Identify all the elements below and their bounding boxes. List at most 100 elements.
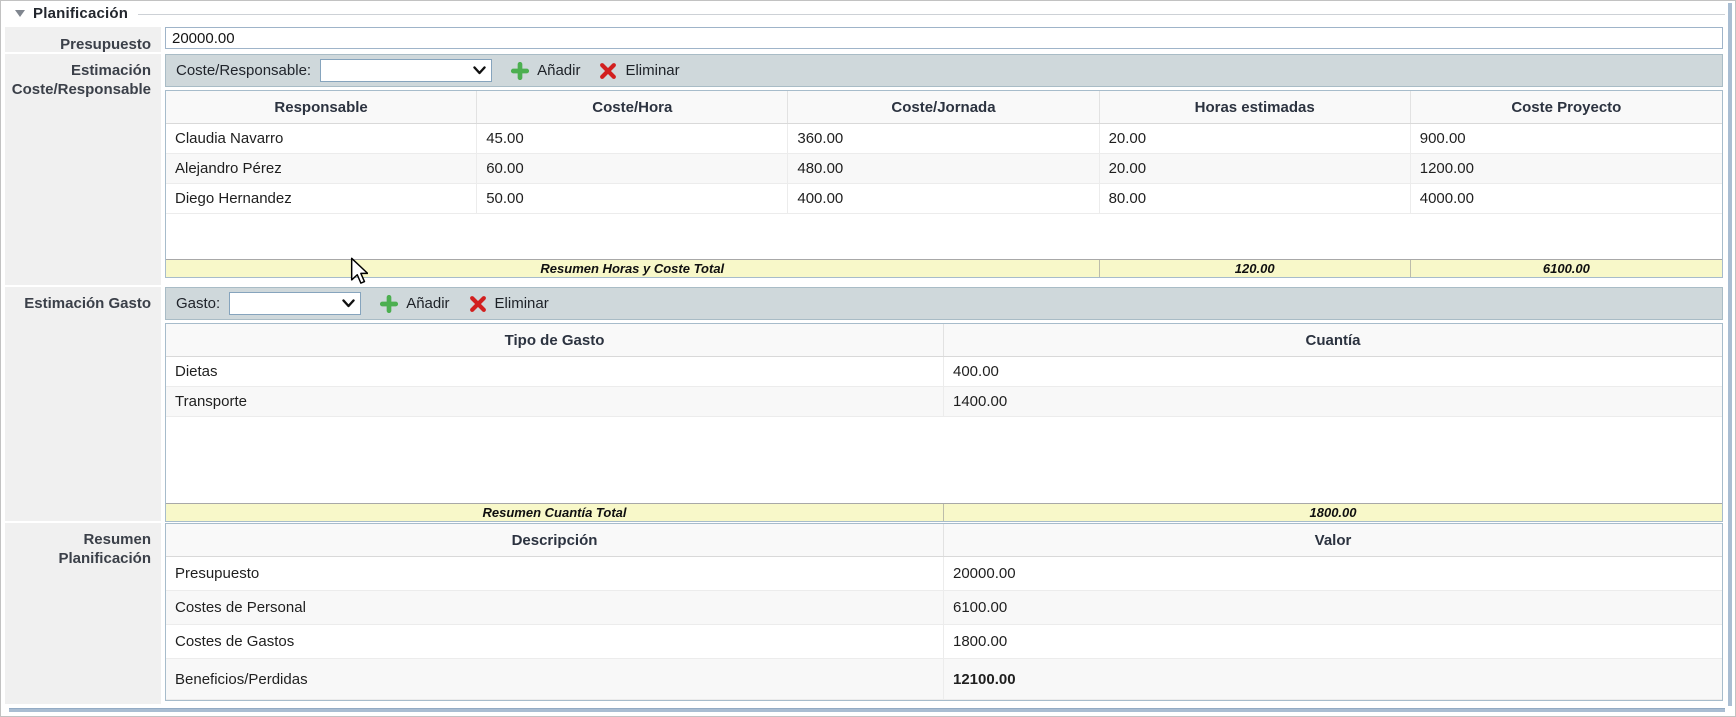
right-frame-bar xyxy=(1728,3,1732,706)
cell-descripcion: Costes de Personal xyxy=(166,591,944,625)
summary-label: Resumen Cuantía Total xyxy=(166,504,944,521)
col-header-tipo-gasto: Tipo de Gasto xyxy=(166,324,944,356)
cell-valor: 20000.00 xyxy=(944,557,1722,591)
summary-table-row[interactable]: Costes de Personal 6100.00 xyxy=(166,591,1722,625)
cell-responsable: Diego Hernandez xyxy=(166,184,477,214)
summary-section-label: Resumen Planificación xyxy=(5,521,161,704)
col-header-coste-jornada: Coste/Jornada xyxy=(788,91,1099,123)
cost-table-header: Responsable Coste/Hora Coste/Jornada Hor… xyxy=(166,91,1722,124)
cost-section-label-line1: Estimación xyxy=(9,61,151,80)
planning-form: Presupuesto Estimación Coste/Responsable… xyxy=(5,25,1725,704)
header-rule xyxy=(138,14,1725,15)
cell-coste-proyecto: 1200.00 xyxy=(1411,154,1722,184)
cell-coste-hora: 50.00 xyxy=(477,184,788,214)
cell-coste-proyecto: 4000.00 xyxy=(1411,184,1722,214)
cost-remove-label: Eliminar xyxy=(625,62,679,79)
cell-coste-hora: 60.00 xyxy=(477,154,788,184)
cost-table-empty-area xyxy=(166,214,1722,259)
expense-add-button[interactable]: Añadir xyxy=(380,295,449,313)
cell-descripcion: Beneficios/Perdidas xyxy=(166,659,944,700)
cost-table-row[interactable]: Claudia Navarro 45.00 360.00 20.00 900.0… xyxy=(166,124,1722,154)
summary-total: 1800.00 xyxy=(944,504,1722,521)
cell-tipo-gasto: Transporte xyxy=(166,387,944,417)
summary-table-header: Descripción Valor xyxy=(166,524,1722,557)
expense-section-content: Gasto: Añadir Eliminar xyxy=(161,285,1725,521)
cost-add-button[interactable]: Añadir xyxy=(511,62,580,80)
chevron-down-icon xyxy=(473,66,486,75)
cell-coste-jornada: 480.00 xyxy=(788,154,1099,184)
x-icon xyxy=(469,295,487,313)
cost-section-content: Coste/Responsable: Añadir Eliminar xyxy=(161,52,1725,285)
cell-tipo-gasto: Dietas xyxy=(166,357,944,387)
expense-table: Tipo de Gasto Cuantía Dietas 400.00 Tran… xyxy=(165,323,1723,522)
plus-icon xyxy=(380,295,398,313)
expense-select-label: Gasto: xyxy=(176,295,220,312)
cost-table-summary-row: Resumen Horas y Coste Total 120.00 6100.… xyxy=(166,259,1722,277)
expense-table-row[interactable]: Transporte 1400.00 xyxy=(166,387,1722,417)
expense-table-summary-row: Resumen Cuantía Total 1800.00 xyxy=(166,503,1722,521)
summary-table: Descripción Valor Presupuesto 20000.00 C… xyxy=(165,523,1723,701)
col-header-horas-estimadas: Horas estimadas xyxy=(1100,91,1411,123)
cell-horas: 20.00 xyxy=(1100,124,1411,154)
summary-table-row[interactable]: Presupuesto 20000.00 xyxy=(166,557,1722,591)
summary-section-label-line2: Planificación xyxy=(9,549,151,568)
bottom-frame-bar xyxy=(9,708,1725,712)
cell-cuantia: 1400.00 xyxy=(944,387,1722,417)
expense-toolbar: Gasto: Añadir Eliminar xyxy=(165,287,1723,320)
col-header-cuantia: Cuantía xyxy=(944,324,1722,356)
summary-table-row[interactable]: Beneficios/Perdidas 12100.00 xyxy=(166,659,1722,700)
cost-section-row: Estimación Coste/Responsable Coste/Respo… xyxy=(5,52,1725,285)
expense-table-row[interactable]: Dietas 400.00 xyxy=(166,357,1722,387)
summary-section-content: Descripción Valor Presupuesto 20000.00 C… xyxy=(161,521,1725,704)
col-header-coste-hora: Coste/Hora xyxy=(477,91,788,123)
cost-table-row[interactable]: Alejandro Pérez 60.00 480.00 20.00 1200.… xyxy=(166,154,1722,184)
cell-horas: 20.00 xyxy=(1100,154,1411,184)
summary-hours-total: 120.00 xyxy=(1100,260,1411,277)
col-header-valor: Valor xyxy=(944,524,1722,556)
cell-responsable: Claudia Navarro xyxy=(166,124,477,154)
cost-table-row[interactable]: Diego Hernandez 50.00 400.00 80.00 4000.… xyxy=(166,184,1722,214)
cost-remove-button[interactable]: Eliminar xyxy=(599,62,679,80)
expense-table-empty-area xyxy=(166,417,1722,503)
summary-section-row: Resumen Planificación Descripción Valor … xyxy=(5,521,1725,704)
budget-label: Presupuesto xyxy=(5,25,161,52)
cell-descripcion: Costes de Gastos xyxy=(166,625,944,659)
gasto-select[interactable] xyxy=(229,292,361,315)
cost-section-label-line2: Coste/Responsable xyxy=(9,80,151,99)
expense-remove-label: Eliminar xyxy=(495,295,549,312)
x-icon xyxy=(599,62,617,80)
cell-coste-proyecto: 900.00 xyxy=(1411,124,1722,154)
chevron-down-icon xyxy=(342,299,355,308)
section-header: Planificación xyxy=(5,1,1725,25)
col-header-responsable: Responsable xyxy=(166,91,477,123)
cell-horas: 80.00 xyxy=(1100,184,1411,214)
cost-add-label: Añadir xyxy=(537,62,580,79)
expense-section-label: Estimación Gasto xyxy=(5,285,161,521)
cell-coste-hora: 45.00 xyxy=(477,124,788,154)
col-header-coste-proyecto: Coste Proyecto xyxy=(1411,91,1722,123)
cell-valor: 1800.00 xyxy=(944,625,1722,659)
plus-icon xyxy=(511,62,529,80)
budget-input[interactable] xyxy=(165,27,1723,49)
budget-field-wrap xyxy=(161,25,1725,52)
expense-table-header: Tipo de Gasto Cuantía xyxy=(166,324,1722,357)
cell-responsable: Alejandro Pérez xyxy=(166,154,477,184)
section-title: Planificación xyxy=(33,5,128,22)
expense-remove-button[interactable]: Eliminar xyxy=(469,295,549,313)
col-header-descripcion: Descripción xyxy=(166,524,944,556)
cost-select-label: Coste/Responsable: xyxy=(176,62,311,79)
cost-table: Responsable Coste/Hora Coste/Jornada Hor… xyxy=(165,90,1723,278)
cost-section-label: Estimación Coste/Responsable xyxy=(5,52,161,285)
cost-responsable-select[interactable] xyxy=(320,59,492,82)
cell-coste-jornada: 360.00 xyxy=(788,124,1099,154)
collapse-triangle-icon[interactable] xyxy=(15,10,25,17)
summary-section-label-line1: Resumen xyxy=(9,530,151,549)
cell-coste-jornada: 400.00 xyxy=(788,184,1099,214)
cell-valor-beneficios: 12100.00 xyxy=(944,659,1722,700)
summary-label: Resumen Horas y Coste Total xyxy=(166,260,1100,277)
cell-descripcion: Presupuesto xyxy=(166,557,944,591)
summary-cost-total: 6100.00 xyxy=(1411,260,1722,277)
cost-toolbar: Coste/Responsable: Añadir Eliminar xyxy=(165,54,1723,87)
summary-table-row[interactable]: Costes de Gastos 1800.00 xyxy=(166,625,1722,659)
cell-cuantia: 400.00 xyxy=(944,357,1722,387)
